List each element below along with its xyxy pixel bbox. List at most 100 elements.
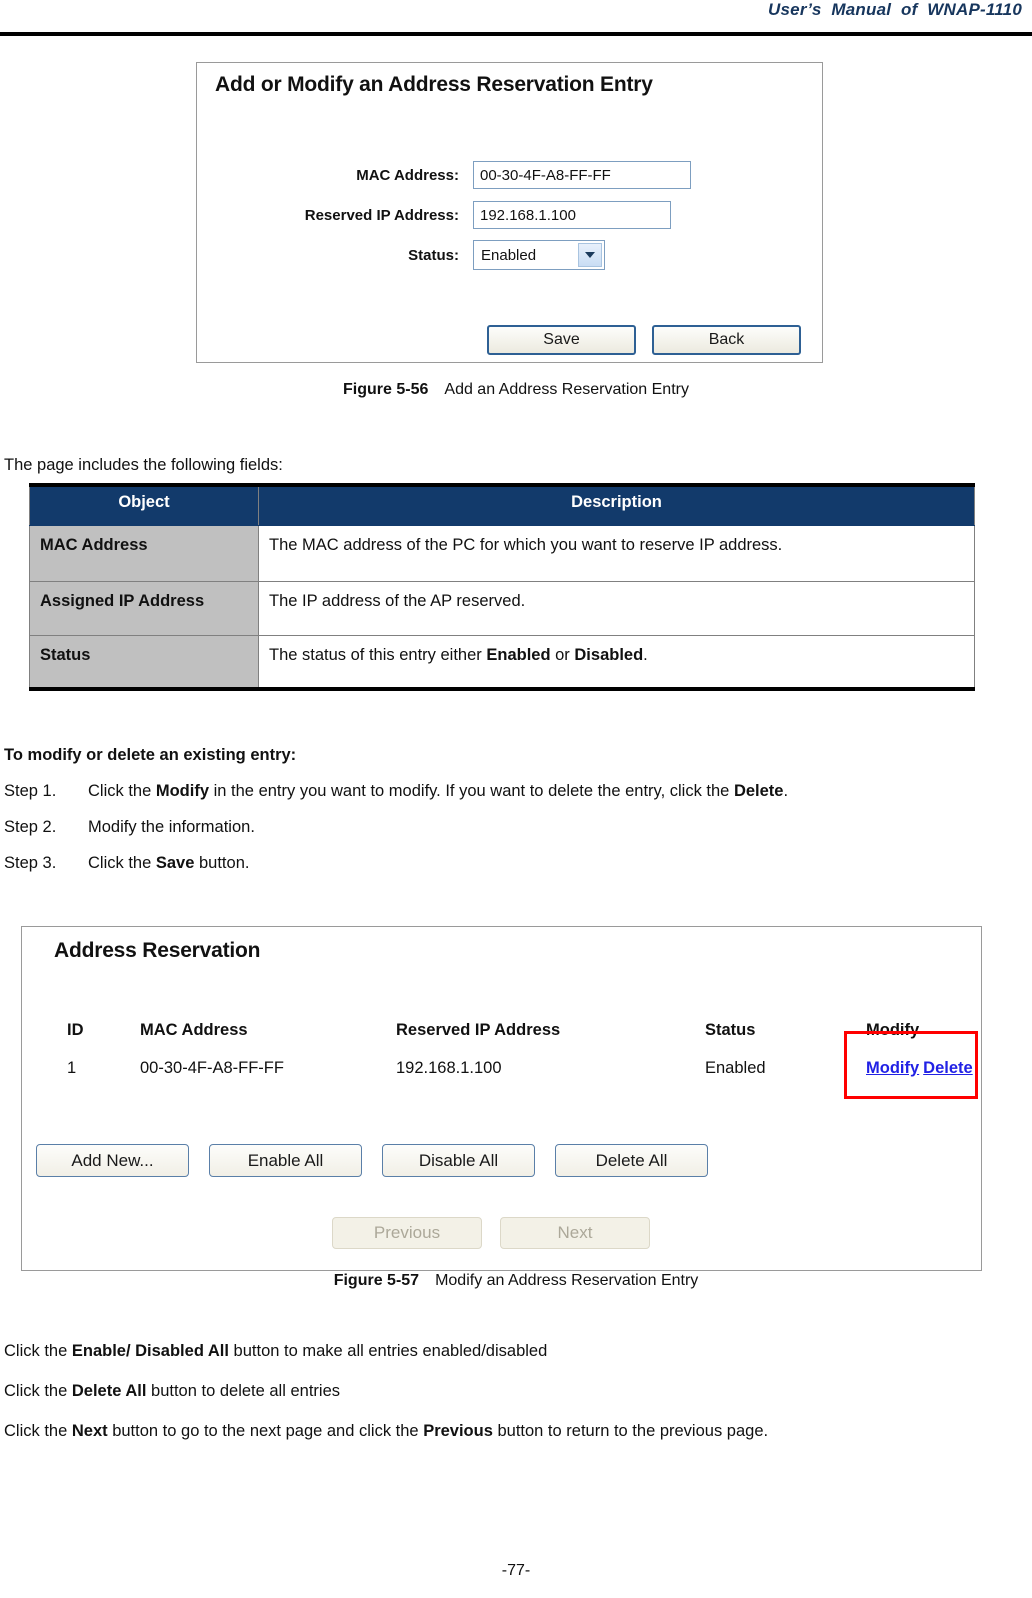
row-object-mac-address: MAC Address bbox=[29, 524, 259, 582]
next-button[interactable]: Next bbox=[500, 1217, 650, 1249]
figure-5-57-number: Figure 5-57 bbox=[333, 1272, 420, 1289]
table-row: Assigned IP Address The IP address of th… bbox=[29, 580, 975, 636]
status-label: Status: bbox=[408, 246, 459, 264]
list-item: 1 00-30-4F-A8-FF-FF 192.168.1.100 Enable… bbox=[22, 1059, 983, 1097]
note-3-mid: button to go to the next page and click … bbox=[107, 1422, 424, 1440]
step-3-label: Step 3. bbox=[4, 854, 57, 872]
note-2-mid: button to delete all entries bbox=[146, 1382, 340, 1400]
step-3-mid: button. bbox=[194, 854, 250, 872]
cell-modify-actions: Modify Delete bbox=[866, 1059, 973, 1078]
note-1-pre: Click the bbox=[4, 1342, 72, 1360]
step-1-pre: Click the bbox=[88, 782, 156, 800]
row-object-assigned-ip-address: Assigned IP Address bbox=[29, 580, 259, 636]
step-3: Step 3. Click the Save button. bbox=[4, 854, 249, 873]
modify-section-heading: To modify or delete an existing entry: bbox=[4, 746, 297, 764]
reserved-ip-address-label: Reserved IP Address: bbox=[304, 206, 459, 224]
column-header-reserved-ip-address: Reserved IP Address bbox=[396, 1021, 561, 1039]
figure-5-56-text: Add an Address Reservation Entry bbox=[444, 381, 689, 398]
figure1-button-row: Save Back bbox=[487, 325, 801, 355]
figure-add-modify-entry-panel: Add or Modify an Address Reservation Ent… bbox=[196, 62, 823, 363]
cell-id: 1 bbox=[67, 1059, 77, 1077]
cell-mac-address: 00-30-4F-A8-FF-FF bbox=[140, 1059, 284, 1077]
manual-title: User’s Manual of WNAP-1110 bbox=[768, 0, 1022, 19]
closing-note-3: Click the Next button to go to the next … bbox=[4, 1421, 768, 1442]
page-running-header: User’s Manual of WNAP-1110 bbox=[0, 0, 1032, 36]
reserved-ip-address-input[interactable]: 192.168.1.100 bbox=[473, 201, 671, 229]
column-header-modify: Modify bbox=[866, 1021, 920, 1039]
previous-button[interactable]: Previous bbox=[332, 1217, 482, 1249]
figure-5-57-caption: Figure 5-57 Modify an Address Reservation… bbox=[0, 1272, 1032, 1290]
desc-text-bold-enabled: Enabled bbox=[486, 645, 551, 664]
chevron-down-icon[interactable] bbox=[578, 243, 602, 267]
figure2-pagination-row: Previous Next bbox=[332, 1217, 650, 1249]
status-select-value: Enabled bbox=[481, 246, 537, 264]
panel-title-add-modify: Add or Modify an Address Reservation Ent… bbox=[215, 73, 653, 96]
row-description-assigned-ip-address: The IP address of the AP reserved. bbox=[258, 580, 975, 636]
note-3-pre: Click the bbox=[4, 1422, 72, 1440]
form-row-reserved-ip: Reserved IP Address: 192.168.1.100 bbox=[197, 195, 824, 235]
step-1-mid: in the entry you want to modify. If you … bbox=[209, 782, 734, 800]
delete-all-button[interactable]: Delete All bbox=[555, 1144, 708, 1177]
note-3-post: button to return to the previous page. bbox=[492, 1422, 769, 1440]
closing-note-1: Click the Enable/ Disabled All button to… bbox=[4, 1341, 547, 1362]
mac-address-input[interactable]: 00-30-4F-A8-FF-FF bbox=[473, 161, 691, 189]
address-reservation-list: ID MAC Address Reserved IP Address Statu… bbox=[22, 1021, 983, 1097]
mac-address-label: MAC Address: bbox=[356, 166, 459, 184]
header-divider-rule bbox=[0, 32, 1032, 36]
table-row: Status The status of this entry either E… bbox=[29, 634, 975, 691]
enable-all-button[interactable]: Enable All bbox=[209, 1144, 362, 1177]
add-new-button[interactable]: Add New... bbox=[36, 1144, 189, 1177]
save-button[interactable]: Save bbox=[487, 325, 636, 355]
figure-5-57-text: Modify an Address Reservation Entry bbox=[435, 1272, 699, 1289]
step-2: Step 2. Modify the information. bbox=[4, 818, 255, 837]
figure-address-reservation-panel: Address Reservation ID MAC Address Reser… bbox=[21, 926, 982, 1271]
step-2-pre: Modify the information. bbox=[88, 818, 255, 836]
note-1-mid: button to make all entries enabled/disab… bbox=[228, 1342, 548, 1360]
desc-text-pre: The status of this entry either bbox=[269, 645, 487, 664]
cell-reserved-ip-address: 192.168.1.100 bbox=[396, 1059, 502, 1077]
step-3-pre: Click the bbox=[88, 854, 156, 872]
column-header-mac-address: MAC Address bbox=[140, 1021, 248, 1039]
desc-text-pre: The MAC address of the PC for which you … bbox=[269, 535, 783, 554]
delete-link[interactable]: Delete bbox=[923, 1059, 973, 1077]
figure2-button-row: Add New... Enable All Disable All Delete… bbox=[36, 1144, 708, 1177]
step-3-bold-save: Save bbox=[155, 854, 195, 872]
disable-all-button[interactable]: Disable All bbox=[382, 1144, 535, 1177]
column-header-object: Object bbox=[29, 483, 259, 526]
column-header-id: ID bbox=[67, 1021, 84, 1039]
desc-text-mid: or bbox=[550, 645, 575, 664]
row-description-status: The status of this entry either Enabled … bbox=[258, 634, 975, 691]
note-3-bold-next: Next bbox=[71, 1422, 108, 1440]
panel-title-address-reservation: Address Reservation bbox=[54, 939, 261, 962]
form-row-status: Status: Enabled bbox=[197, 235, 824, 275]
cell-status: Enabled bbox=[705, 1059, 766, 1077]
step-1-bold-modify: Modify bbox=[155, 782, 210, 800]
closing-note-2: Click the Delete All button to delete al… bbox=[4, 1381, 340, 1402]
status-select[interactable]: Enabled bbox=[473, 240, 605, 270]
figure-5-56-number: Figure 5-56 bbox=[343, 381, 429, 398]
column-header-description: Description bbox=[258, 483, 975, 526]
desc-text-post: . bbox=[643, 645, 648, 664]
row-object-status: Status bbox=[29, 634, 259, 691]
note-3-bold-previous: Previous bbox=[423, 1422, 493, 1440]
fields-intro-line: The page includes the following fields: bbox=[4, 456, 283, 474]
desc-text-pre: The IP address of the AP reserved. bbox=[269, 591, 526, 610]
step-1-label: Step 1. bbox=[4, 782, 57, 800]
back-button[interactable]: Back bbox=[652, 325, 801, 355]
note-2-pre: Click the bbox=[4, 1382, 72, 1400]
list-header-row: ID MAC Address Reserved IP Address Statu… bbox=[22, 1021, 983, 1059]
table-row: MAC Address The MAC address of the PC fo… bbox=[29, 524, 975, 582]
step-1-post: . bbox=[783, 782, 789, 800]
form-row-mac-address: MAC Address: 00-30-4F-A8-FF-FF bbox=[197, 155, 824, 195]
note-1-bold-enable-disable-all: Enable/ Disabled All bbox=[71, 1342, 229, 1360]
desc-text-bold-disabled: Disabled bbox=[574, 645, 644, 664]
object-description-table: Object Description MAC Address The MAC a… bbox=[29, 483, 975, 691]
modify-link[interactable]: Modify bbox=[866, 1059, 919, 1077]
column-header-status: Status bbox=[705, 1021, 756, 1039]
address-reservation-form: MAC Address: 00-30-4F-A8-FF-FF Reserved … bbox=[197, 155, 824, 275]
table-header-row: Object Description bbox=[29, 483, 975, 526]
step-2-label: Step 2. bbox=[4, 818, 57, 836]
step-1-bold-delete: Delete bbox=[733, 782, 784, 800]
row-description-mac-address: The MAC address of the PC for which you … bbox=[258, 524, 975, 582]
step-1: Step 1. Click the Modify in the entry you… bbox=[4, 782, 788, 801]
